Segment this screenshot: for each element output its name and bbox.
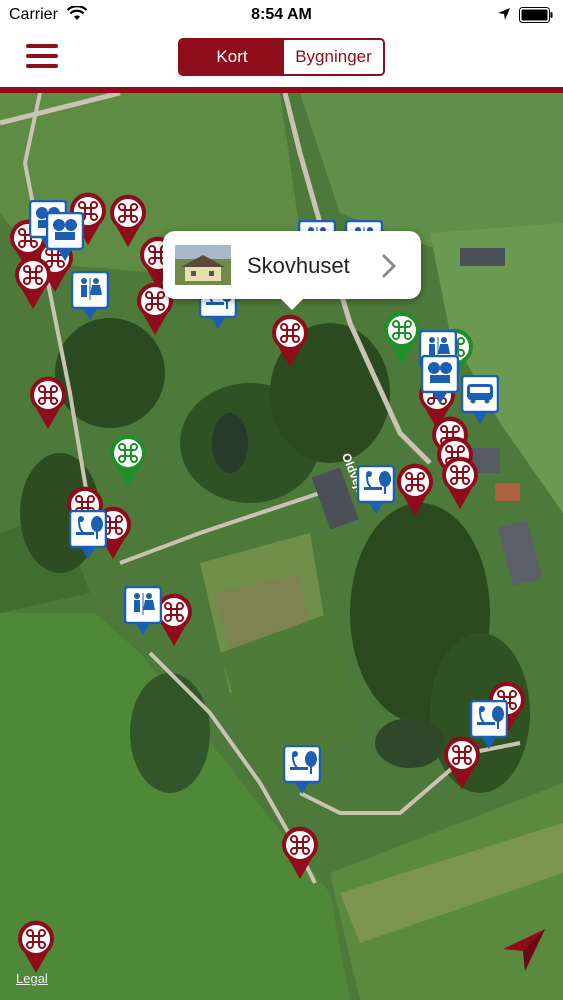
location-services-icon: [498, 8, 510, 20]
poi-marker-red[interactable]: [16, 920, 56, 974]
poi-marker-red[interactable]: [440, 456, 480, 510]
facility-marker-bench[interactable]: [470, 700, 510, 754]
status-bar: Carrier 8:54 AM: [0, 0, 563, 30]
facility-marker-group[interactable]: [421, 355, 461, 409]
legal-link[interactable]: Legal: [16, 971, 48, 986]
segment-kort[interactable]: Kort: [180, 40, 284, 74]
poi-marker-red[interactable]: [280, 826, 320, 880]
menu-button[interactable]: [26, 44, 58, 68]
facility-marker-bench[interactable]: [283, 745, 323, 799]
hamburger-icon: [26, 44, 58, 48]
house-thumbnail: [175, 245, 231, 285]
facility-marker-toilet[interactable]: [124, 586, 164, 640]
poi-marker-red[interactable]: [28, 376, 68, 430]
poi-marker-green[interactable]: [108, 434, 148, 488]
segment-bygninger[interactable]: Bygninger: [284, 40, 383, 74]
facility-marker-toilet[interactable]: [71, 271, 111, 325]
location-arrow-icon[interactable]: [499, 925, 549, 975]
facility-marker-group[interactable]: [46, 212, 86, 266]
facility-marker-bench[interactable]: [69, 510, 109, 564]
poi-marker-red[interactable]: [395, 463, 435, 517]
facility-marker-bus[interactable]: [461, 375, 501, 429]
chevron-right-icon[interactable]: [381, 253, 397, 279]
poi-marker-red[interactable]: [270, 314, 310, 368]
facility-marker-bench[interactable]: [357, 465, 397, 519]
view-segmented-control: Kort Bygninger: [178, 38, 385, 76]
location-callout[interactable]: Skovhuset: [163, 231, 421, 310]
callout-title: Skovhuset: [247, 253, 350, 278]
poi-marker-green[interactable]: [382, 311, 422, 365]
clock: 8:54 AM: [251, 6, 312, 23]
battery-icon: [519, 7, 553, 23]
